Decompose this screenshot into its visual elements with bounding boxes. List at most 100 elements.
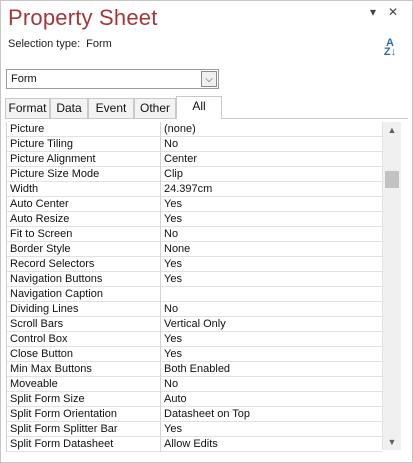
selection-type: Selection type: Form — [8, 38, 112, 50]
property-value[interactable]: Yes — [164, 198, 182, 210]
property-row[interactable]: Picture (none) — [7, 122, 382, 137]
object-selector-value: Form — [11, 73, 37, 85]
property-row[interactable]: Picture Alignment Center — [7, 152, 382, 167]
column-divider — [160, 422, 161, 437]
property-value[interactable]: No — [164, 303, 178, 315]
property-value[interactable]: Yes — [164, 333, 182, 345]
property-value[interactable]: Yes — [164, 213, 182, 225]
property-value[interactable]: Yes — [164, 348, 182, 360]
property-name: Picture Size Mode — [10, 168, 100, 180]
column-divider — [160, 182, 161, 197]
property-value[interactable]: Center — [164, 153, 197, 165]
column-divider — [160, 152, 161, 167]
selection-type-value: Form — [86, 38, 112, 50]
column-divider — [160, 362, 161, 377]
column-divider — [160, 347, 161, 362]
property-row[interactable]: Auto Center Yes — [7, 197, 382, 212]
column-divider — [160, 227, 161, 242]
property-row[interactable]: Auto Resize Yes — [7, 212, 382, 227]
close-pane-button[interactable]: ✕ — [385, 3, 401, 21]
object-selector-combo[interactable]: Form ⌵ — [6, 69, 219, 89]
column-divider — [160, 317, 161, 332]
property-row[interactable]: Picture Tiling No — [7, 137, 382, 152]
property-sheet-pane: Property Sheet ▾ ✕ Selection type: Form A… — [0, 0, 413, 463]
property-name: Picture Alignment — [10, 153, 96, 165]
property-value[interactable]: Datasheet on Top — [164, 408, 250, 420]
property-row[interactable]: Border Style None — [7, 242, 382, 257]
tab-all[interactable]: All — [176, 96, 222, 119]
pane-menu-button[interactable]: ▾ — [365, 3, 381, 21]
sort-icon-bottom: Z↓ — [383, 46, 397, 58]
property-value[interactable]: None — [164, 243, 190, 255]
scroll-down-arrow[interactable]: ▼ — [383, 434, 401, 450]
property-row[interactable]: Split Form Orientation Datasheet on Top — [7, 407, 382, 422]
pane-title: Property Sheet — [8, 5, 158, 30]
property-name: Dividing Lines — [10, 303, 79, 315]
column-divider — [160, 167, 161, 182]
column-divider — [160, 122, 161, 137]
property-row[interactable]: Close Button Yes — [7, 347, 382, 362]
column-divider — [160, 212, 161, 227]
column-divider — [160, 302, 161, 317]
selection-type-label: Selection type: — [8, 38, 81, 50]
property-value[interactable]: Vertical Only — [164, 318, 226, 330]
column-divider — [160, 392, 161, 407]
property-value[interactable]: Yes — [164, 258, 182, 270]
column-divider — [160, 332, 161, 347]
property-name: Auto Resize — [10, 213, 70, 225]
property-row[interactable]: Navigation Caption — [7, 287, 382, 302]
column-divider — [160, 257, 161, 272]
property-name: Split Form Splitter Bar — [10, 423, 118, 435]
property-name: Control Box — [10, 333, 68, 345]
property-name: Auto Center — [10, 198, 69, 210]
column-divider — [160, 437, 161, 452]
property-value[interactable]: Both Enabled — [164, 363, 230, 375]
column-divider — [160, 377, 161, 392]
property-value[interactable]: Yes — [164, 423, 182, 435]
scroll-thumb[interactable] — [385, 171, 399, 188]
property-value[interactable]: No — [164, 378, 178, 390]
property-grid: Picture (none) Picture Tiling No Picture Ali… — [6, 122, 382, 452]
property-value[interactable]: 24.397cm — [164, 183, 212, 195]
property-name: Min Max Buttons — [10, 363, 92, 375]
property-name: Close Button — [10, 348, 73, 360]
scroll-up-arrow[interactable]: ▲ — [383, 122, 401, 138]
property-name: Navigation Buttons — [10, 273, 103, 285]
property-name: Moveable — [10, 378, 58, 390]
property-row[interactable]: Dividing Lines No — [7, 302, 382, 317]
property-value[interactable]: No — [164, 138, 178, 150]
column-divider — [160, 197, 161, 212]
property-row[interactable]: Moveable No — [7, 377, 382, 392]
property-value[interactable]: Allow Edits — [164, 438, 218, 450]
property-name: Border Style — [10, 243, 71, 255]
property-row[interactable]: Split Form Splitter Bar Yes — [7, 422, 382, 437]
vertical-scrollbar[interactable]: ▲ ▼ — [382, 122, 401, 450]
tab-data[interactable]: Data — [50, 98, 88, 118]
property-row[interactable]: Split Form Size Auto — [7, 392, 382, 407]
property-row[interactable]: Navigation Buttons Yes — [7, 272, 382, 287]
property-row[interactable]: Control Box Yes — [7, 332, 382, 347]
chevron-down-icon[interactable]: ⌵ — [201, 71, 217, 87]
sort-az-icon[interactable]: A Z↓ — [379, 38, 401, 61]
property-value[interactable]: No — [164, 228, 178, 240]
property-value[interactable]: Clip — [164, 168, 183, 180]
property-row[interactable]: Picture Size Mode Clip — [7, 167, 382, 182]
property-name: Split Form Size — [10, 393, 85, 405]
property-name: Record Selectors — [10, 258, 95, 270]
property-row[interactable]: Scroll Bars Vertical Only — [7, 317, 382, 332]
property-value[interactable]: (none) — [164, 123, 196, 135]
column-divider — [160, 242, 161, 257]
property-name: Split Form Orientation — [10, 408, 117, 420]
tab-format[interactable]: Format — [5, 98, 50, 118]
property-value[interactable]: Yes — [164, 273, 182, 285]
column-divider — [160, 407, 161, 422]
property-row[interactable]: Record Selectors Yes — [7, 257, 382, 272]
property-value[interactable]: Auto — [164, 393, 187, 405]
tab-other[interactable]: Other — [134, 98, 176, 118]
property-row[interactable]: Fit to Screen No — [7, 227, 382, 242]
property-row[interactable]: Split Form Datasheet Allow Edits — [7, 437, 382, 452]
property-row[interactable]: Min Max Buttons Both Enabled — [7, 362, 382, 377]
column-divider — [160, 272, 161, 287]
property-row[interactable]: Width 24.397cm — [7, 182, 382, 197]
tab-event[interactable]: Event — [88, 98, 134, 118]
